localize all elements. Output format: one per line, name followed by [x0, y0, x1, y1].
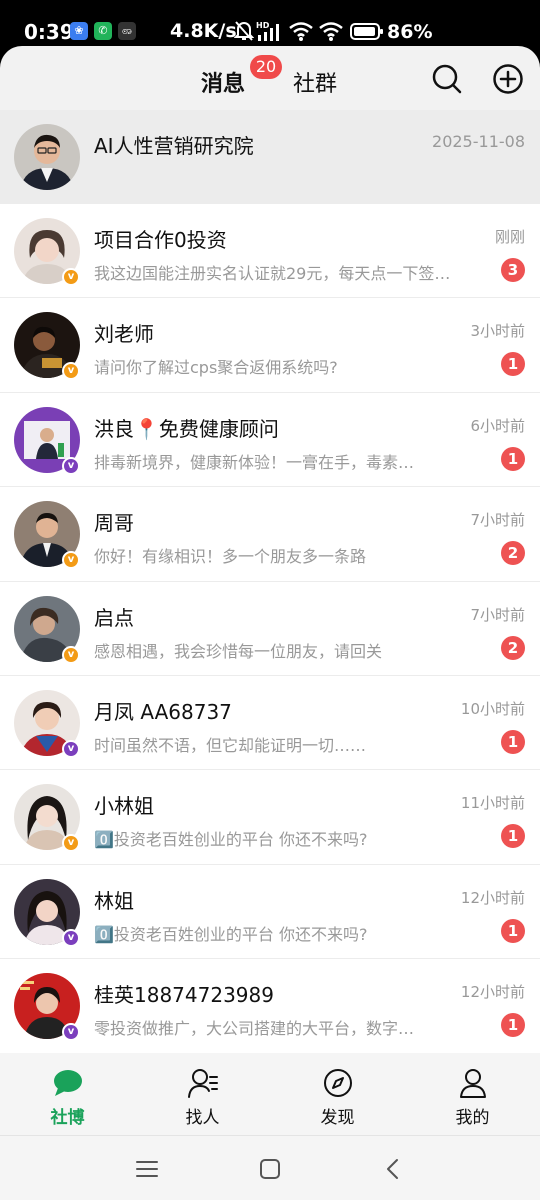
wifi-icon: [319, 22, 343, 41]
conversation-preview: 0️⃣投资老百姓创业的平台 你还不来吗?: [94, 924, 368, 944]
conversation-row[interactable]: v 洪良📍免费健康顾问 排毒新境界，健康新体验！一膏在手，毒素… 6小时前 1: [0, 393, 540, 488]
conversation-name: 刘老师: [94, 322, 154, 347]
conversation-row[interactable]: v 周哥 你好！有缘相识！多一个朋友多一条路 7小时前 2: [0, 487, 540, 582]
nav-label: 找人: [185, 1108, 220, 1128]
vip-badge-icon: v: [62, 928, 80, 947]
unread-badge: 2: [501, 635, 525, 660]
conversation-name: 桂英18874723989: [94, 983, 274, 1008]
conversation-time: 11小时前: [460, 794, 525, 813]
conversation-list: v 项目合作0投资 我这边国能注册实名认证就29元，每天点一下签… 刚刚 3 v…: [0, 204, 540, 1054]
avatar: [14, 124, 80, 190]
battery-level: 86%: [387, 21, 433, 43]
conversation-time: 刚刚: [494, 228, 525, 246]
conversation-preview: 排毒新境界，健康新体验！一膏在手，毒素…: [94, 452, 415, 472]
pinned-conversation[interactable]: AI人性营销研究院 2025-11-08: [0, 110, 540, 204]
vip-badge-icon: v: [62, 739, 80, 758]
conversation-time: 3小时前: [470, 322, 525, 341]
conversation-preview: 感恩相遇，我会珍惜每一位朋友，请回关: [94, 641, 383, 661]
conversation-preview: 零投资做推广，大公司搭建的大平台，数字…: [94, 1019, 415, 1039]
add-circle-icon[interactable]: [492, 63, 524, 95]
find-people-icon: [188, 1069, 218, 1098]
conversation-preview: 0️⃣投资老百姓创业的平台 你还不来吗?: [94, 830, 368, 850]
conversation-time: 12小时前: [460, 983, 525, 1002]
messages-unread-badge: 20: [250, 55, 282, 79]
tab-messages[interactable]: 消息: [201, 66, 245, 98]
unread-badge: 1: [501, 446, 525, 471]
paw-app-icon: ❀: [70, 22, 88, 40]
menu-icon[interactable]: [134, 1156, 160, 1182]
conversation-time: 6小时前: [470, 416, 525, 435]
conversation-row[interactable]: v 林姐 0️⃣投资老百姓创业的平台 你还不来吗? 12小时前 1: [0, 865, 540, 960]
unread-badge: 1: [501, 918, 525, 943]
conversation-row[interactable]: v 项目合作0投资 我这边国能注册实名认证就29元，每天点一下签… 刚刚 3: [0, 204, 540, 299]
conversation-name: 月凤 AA68737: [94, 699, 232, 724]
nav-item-find-people[interactable]: 找人: [135, 1053, 270, 1135]
app-icon: ꩨ: [118, 22, 136, 40]
mute-bell-icon: [234, 21, 254, 41]
conversation-time: 7小时前: [470, 511, 525, 530]
conversation-row[interactable]: v 刘老师 请问你了解过cps聚合返佣系统吗? 3小时前 1: [0, 298, 540, 393]
conversation-time: 7小时前: [470, 605, 525, 624]
unread-badge: 3: [501, 258, 525, 282]
messages-screen: 消息 20 社群 AI人性营销研究院 2025-11-08 v 项目合作0投资 …: [0, 46, 540, 1200]
conversation-time: 10小时前: [460, 699, 525, 718]
conversation-preview: 你好！有缘相识！多一个朋友多一条路: [94, 547, 367, 567]
conversation-preview: 请问你了解过cps聚合返佣系统吗?: [94, 358, 338, 378]
vip-badge-icon: v: [62, 551, 80, 570]
home-icon[interactable]: [257, 1156, 283, 1182]
unread-badge: 1: [501, 824, 525, 849]
nav-label: 我的: [455, 1108, 490, 1128]
conversation-name: 林姐: [94, 888, 134, 913]
chat-bubble-icon: [54, 1070, 82, 1096]
conversation-name: 洪良📍免费健康顾问: [94, 416, 279, 441]
nav-item-shebo[interactable]: 社博: [0, 1053, 135, 1135]
vip-badge-icon: v: [62, 834, 80, 853]
conversation-preview: 时间虽然不语，但它却能证明一切……: [94, 735, 367, 755]
unread-badge: 2: [501, 541, 525, 566]
unread-badge: 1: [501, 1013, 525, 1038]
vip-badge-icon: v: [62, 362, 80, 381]
conversation-name: AI人性营销研究院: [94, 134, 254, 158]
nav-item-profile[interactable]: 我的: [405, 1053, 540, 1135]
status-time: 0:39: [24, 20, 74, 44]
battery-icon: [350, 23, 383, 40]
vip-badge-icon: v: [62, 1023, 80, 1042]
conversation-preview: 我这边国能注册实名认证就29元，每天点一下签…: [94, 264, 451, 283]
person-icon: [460, 1069, 486, 1098]
conversation-time: 12小时前: [460, 888, 525, 907]
conversation-row[interactable]: v 小林姐 0️⃣投资老百姓创业的平台 你还不来吗? 11小时前 1: [0, 770, 540, 865]
unread-badge: 1: [501, 729, 525, 754]
hd-signal-icon: HD: [256, 21, 279, 41]
search-icon[interactable]: [431, 63, 463, 95]
vip-badge-icon: v: [62, 268, 80, 286]
nav-label: 社博: [50, 1108, 85, 1128]
nav-item-discover[interactable]: 发现: [270, 1053, 405, 1135]
conversation-name: 项目合作0投资: [94, 228, 227, 252]
conversation-row[interactable]: v 月凤 AA68737 时间虽然不语，但它却能证明一切…… 10小时前 1: [0, 676, 540, 771]
vip-badge-icon: v: [62, 456, 80, 475]
conversation-name: 周哥: [94, 511, 134, 536]
bottom-navigation: 社博 找人 发现 我的: [0, 1053, 540, 1135]
compass-icon: [324, 1069, 352, 1097]
system-navigation: [0, 1135, 540, 1200]
conversation-time: 2025-11-08: [432, 132, 525, 151]
phone-app-icon: ✆: [94, 22, 112, 40]
nav-label: 发现: [320, 1108, 355, 1128]
conversation-row[interactable]: v 启点 感恩相遇，我会珍惜每一位朋友，请回关 7小时前 2: [0, 582, 540, 676]
top-bar: 消息 20 社群: [0, 46, 540, 110]
conversation-name: 启点: [94, 605, 134, 630]
unread-badge: 1: [501, 352, 525, 377]
vip-badge-icon: v: [62, 645, 80, 664]
back-icon[interactable]: [380, 1156, 406, 1182]
conversation-row[interactable]: v 桂英18874723989 零投资做推广，大公司搭建的大平台，数字… 12小…: [0, 959, 540, 1054]
conversation-name: 小林姐: [94, 794, 154, 819]
tab-community[interactable]: 社群: [293, 66, 337, 98]
wifi-icon: [289, 22, 313, 41]
net-speed: 4.8K/s: [170, 20, 237, 42]
svg-text:HD: HD: [256, 21, 270, 30]
